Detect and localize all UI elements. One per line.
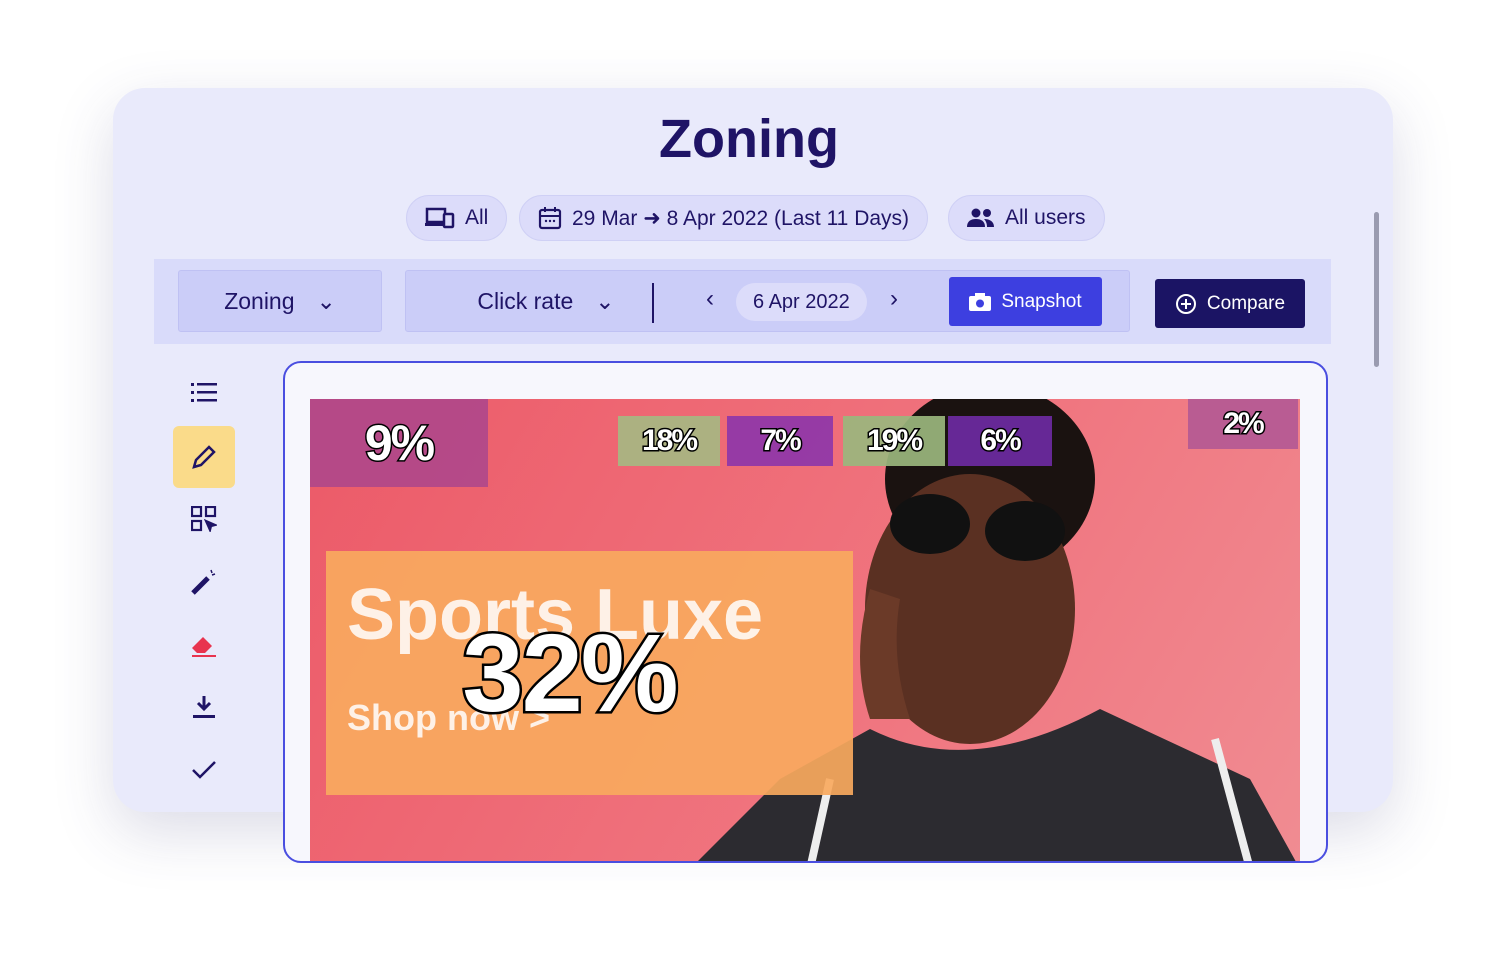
pencil-icon[interactable] xyxy=(173,426,235,488)
zone-click-rate: 2% xyxy=(1222,406,1266,442)
scrollbar[interactable] xyxy=(1374,212,1379,367)
chevron-down-icon: ⌄ xyxy=(316,287,336,314)
download-icon[interactable] xyxy=(173,676,235,738)
click-zone[interactable]: 7% xyxy=(727,416,833,466)
view-dropdown[interactable]: Zoning ⌄ xyxy=(178,270,382,332)
segment-filter[interactable]: All users xyxy=(948,195,1105,241)
current-date[interactable]: 6 Apr 2022 xyxy=(736,283,867,321)
plus-circle-icon xyxy=(1175,293,1196,314)
chevron-down-icon: ⌄ xyxy=(595,287,615,314)
metric-dropdown[interactable]: Click rate ⌄ xyxy=(446,271,646,331)
click-zone[interactable]: 18% xyxy=(618,416,720,466)
device-filter-label: All xyxy=(465,206,489,229)
segment-label: All users xyxy=(1005,206,1086,229)
next-date-button[interactable]: › xyxy=(890,285,898,313)
zone-click-rate: 32% xyxy=(460,609,681,737)
calendar-icon xyxy=(538,207,562,230)
click-zone[interactable]: 6% xyxy=(948,416,1052,466)
snapshot-button[interactable]: Snapshot xyxy=(949,277,1102,326)
click-zone[interactable]: 19% xyxy=(843,416,945,466)
check-icon[interactable] xyxy=(173,739,235,801)
page-title: Zoning xyxy=(659,109,839,169)
zone-click-rate: 9% xyxy=(363,414,436,473)
click-zone[interactable]: 2% xyxy=(1188,399,1298,449)
magic-wand-icon[interactable] xyxy=(173,551,235,613)
view-label: Zoning xyxy=(224,287,295,314)
metric-label: Click rate xyxy=(477,287,574,314)
compare-button[interactable]: Compare xyxy=(1155,279,1305,328)
eraser-icon[interactable] xyxy=(173,614,235,676)
compare-label: Compare xyxy=(1206,292,1286,314)
date-range-filter[interactable]: 29 Mar ➜ 8 Apr 2022 (Last 11 Days) xyxy=(519,195,929,241)
divider xyxy=(652,283,654,323)
zone-click-rate: 7% xyxy=(759,423,803,459)
devices-icon xyxy=(425,207,455,229)
zone-click-rate: 19% xyxy=(865,423,924,459)
list-icon[interactable] xyxy=(173,362,235,424)
camera-icon xyxy=(969,292,992,311)
date-range-label: 29 Mar ➜ 8 Apr 2022 (Last 11 Days) xyxy=(572,206,910,230)
zone-click-rate: 18% xyxy=(640,423,699,459)
prev-date-button[interactable]: ‹ xyxy=(706,285,714,313)
zones-icon[interactable] xyxy=(173,488,235,550)
snapshot-label: Snapshot xyxy=(1001,290,1082,312)
click-zone[interactable]: 9% xyxy=(310,399,488,487)
users-icon xyxy=(967,208,994,227)
zone-click-rate: 6% xyxy=(979,423,1023,459)
device-filter[interactable]: All xyxy=(406,195,508,241)
